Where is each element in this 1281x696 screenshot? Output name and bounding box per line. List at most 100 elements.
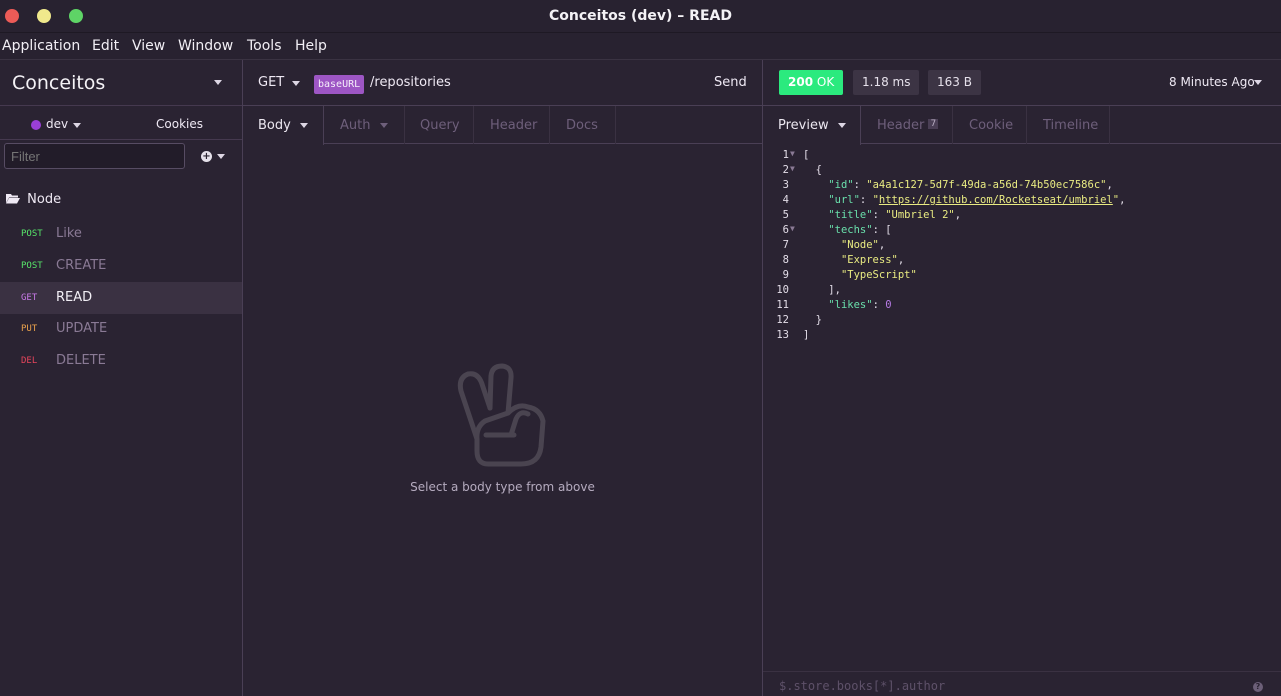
- code-token: :: [872, 209, 886, 221]
- request-name: READ: [56, 289, 93, 305]
- cookies-button[interactable]: Cookies: [156, 117, 203, 131]
- folder-label: Node: [27, 192, 62, 207]
- code-token: 0: [885, 299, 892, 311]
- tab-body-label: Body: [258, 118, 291, 133]
- tab-auth[interactable]: Auth: [340, 106, 388, 144]
- request-item[interactable]: GET READ: [0, 281, 242, 314]
- code-line: 10 ],: [763, 284, 1281, 299]
- line-number: 13: [776, 329, 789, 341]
- line-number: 7: [782, 239, 789, 251]
- code-line: 4 "url": "https://github.com/Rocketseat/…: [763, 194, 1281, 209]
- environment-dropdown-icon[interactable]: [73, 123, 81, 128]
- response-pane: 200 OK 1.18 ms 163 B 8 Minutes Ago Previ…: [763, 60, 1281, 696]
- menu-view[interactable]: View: [132, 38, 165, 54]
- request-name: CREATE: [56, 257, 107, 273]
- code-line: 8 "Express",: [763, 254, 1281, 269]
- folder-open-icon: [6, 194, 20, 204]
- menu-tools[interactable]: Tools: [247, 38, 282, 54]
- tab-auth-label: Auth: [340, 118, 371, 133]
- tab-timeline[interactable]: Timeline: [1043, 106, 1098, 144]
- code-token: [: [803, 149, 810, 161]
- response-filter-input[interactable]: $.store.books[*].author: [779, 679, 945, 693]
- code-token: : [: [872, 224, 892, 236]
- line-number: 12: [776, 314, 789, 326]
- code-line: 12 }: [763, 314, 1281, 329]
- tab-query[interactable]: Query: [420, 106, 460, 144]
- request-item[interactable]: PUT UPDATE: [0, 313, 242, 345]
- code-token: "likes": [828, 299, 873, 311]
- request-method-tag: DEL: [21, 356, 38, 367]
- menu-application[interactable]: Application: [2, 38, 80, 54]
- response-filter-bar: $.store.books[*].author ?: [763, 671, 1281, 696]
- method-selector[interactable]: GET: [258, 75, 284, 90]
- send-button[interactable]: Send: [714, 75, 747, 90]
- workspace-dropdown-icon[interactable]: [214, 80, 222, 85]
- title-bar: Conceitos (dev) – READ: [0, 0, 1281, 33]
- code-token: :: [859, 194, 873, 206]
- history-dropdown-icon[interactable]: [1254, 80, 1262, 85]
- tab-preview[interactable]: Preview: [763, 106, 861, 145]
- code-token: "Node": [840, 239, 879, 251]
- code-token: "TypeScript": [840, 269, 917, 281]
- menu-bar: Application Edit View Window Tools Help: [0, 33, 1281, 60]
- code-line: 13]: [763, 329, 1281, 344]
- request-method-tag: POST: [21, 229, 43, 239]
- tab-preview-label: Preview: [778, 118, 829, 133]
- line-number: 8: [782, 254, 789, 266]
- add-request-icon[interactable]: +: [201, 151, 212, 162]
- help-icon[interactable]: ?: [1253, 682, 1263, 692]
- line-number: 9: [782, 269, 789, 281]
- request-item[interactable]: POST CREATE: [0, 250, 242, 282]
- tab-cookie[interactable]: Cookie: [969, 106, 1013, 144]
- response-tabs: Preview Header 7 Cookie Timeline: [763, 106, 1281, 145]
- tab-header[interactable]: Header: [490, 106, 537, 144]
- line-number: 5: [782, 209, 789, 221]
- menu-window[interactable]: Window: [178, 38, 233, 54]
- code-line: 6 ▼ "techs": [: [763, 224, 1281, 239]
- tab-response-header-label: Header: [877, 118, 925, 133]
- folder-node[interactable]: Node: [6, 192, 61, 207]
- sidebar: Conceitos dev Cookies + Node POSTLikePOS…: [0, 60, 243, 696]
- response-history-dropdown[interactable]: 8 Minutes Ago: [1169, 75, 1255, 89]
- window-title: Conceitos (dev) – READ: [549, 8, 732, 24]
- code-token: "title": [828, 209, 873, 221]
- line-number: 6: [782, 224, 789, 236]
- line-number: 4: [782, 194, 789, 206]
- code-token: "techs": [828, 224, 873, 236]
- request-name: DELETE: [56, 353, 106, 369]
- response-time-badge: 1.18 ms: [853, 70, 920, 95]
- method-dropdown-icon[interactable]: [292, 81, 300, 86]
- url-path-input[interactable]: /repositories: [370, 75, 451, 90]
- tab-response-header[interactable]: Header 7: [877, 106, 939, 144]
- tab-body[interactable]: Body: [243, 106, 324, 145]
- fold-toggle-icon[interactable]: ▼: [790, 164, 795, 173]
- code-token: ,: [954, 209, 962, 221]
- tab-docs[interactable]: Docs: [566, 106, 598, 144]
- workspace-title[interactable]: Conceitos: [12, 72, 105, 94]
- code-line: 3 "id": "a4a1c127-5d7f-49da-a56d-74b50ec…: [763, 179, 1281, 194]
- sidebar-filter-input[interactable]: [4, 143, 185, 169]
- environment-selector[interactable]: dev: [46, 117, 68, 131]
- request-method-tag: GET: [21, 292, 38, 303]
- base-url-variable[interactable]: baseURL: [314, 75, 365, 94]
- request-pane: GET baseURL /repositories Send Body Auth…: [243, 60, 763, 696]
- request-item[interactable]: DEL DELETE: [0, 345, 242, 377]
- menu-edit[interactable]: Edit: [92, 38, 119, 54]
- code-line: 11 "likes": 0: [763, 299, 1281, 314]
- add-request-dropdown-icon[interactable]: [217, 154, 225, 159]
- menu-help[interactable]: Help: [295, 38, 327, 54]
- code-token: ,: [878, 239, 886, 251]
- fold-toggle-icon[interactable]: ▼: [790, 149, 795, 158]
- code-token: ,: [1119, 194, 1126, 206]
- fold-toggle-icon[interactable]: ▼: [790, 224, 795, 233]
- code-token: }: [803, 314, 822, 326]
- request-item[interactable]: POST Like: [0, 218, 242, 250]
- code-line: 1 ▼ [: [763, 149, 1281, 164]
- code-token[interactable]: https://github.com/Rocketseat/umbriel: [879, 194, 1113, 206]
- request-tabs: Body Auth Query Header Docs: [243, 106, 762, 145]
